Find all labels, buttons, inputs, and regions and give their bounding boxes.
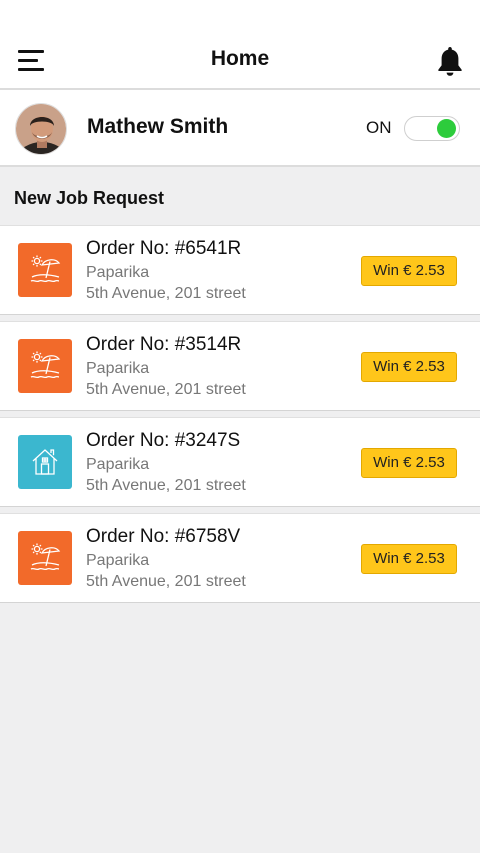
job-address: 5th Avenue, 201 street xyxy=(86,573,246,590)
order-number: Order No: #3514R xyxy=(86,334,242,355)
reward-badge: Win € 2.53 xyxy=(361,256,457,286)
availability-toggle[interactable] xyxy=(404,116,460,141)
order-number: Order No: #6758V xyxy=(86,526,241,547)
job-name: Paparika xyxy=(86,552,150,569)
job-name: Paparika xyxy=(86,360,150,377)
job-card[interactable]: Order No: #3247S Paparika 5th Avenue, 20… xyxy=(0,417,480,507)
order-number: Order No: #6541R xyxy=(86,238,242,259)
avatar[interactable] xyxy=(15,103,67,155)
profile-bar: Mathew Smith ON xyxy=(0,90,480,167)
job-card[interactable]: Order No: #3514R Paparika 5th Avenue, 20… xyxy=(0,321,480,411)
app-header: Home xyxy=(0,0,480,90)
job-card[interactable]: Order No: #6541R Paparika 5th Avenue, 20… xyxy=(0,225,480,315)
job-list: Order No: #6541R Paparika 5th Avenue, 20… xyxy=(0,225,480,609)
bell-icon[interactable] xyxy=(434,44,466,78)
job-address: 5th Avenue, 201 street xyxy=(86,477,246,494)
job-card[interactable]: Order No: #6758V Paparika 5th Avenue, 20… xyxy=(0,513,480,603)
reward-badge: Win € 2.53 xyxy=(361,448,457,478)
job-address: 5th Avenue, 201 street xyxy=(86,285,246,302)
beach-umbrella-icon xyxy=(18,243,72,297)
reward-badge: Win € 2.53 xyxy=(361,544,457,574)
beach-umbrella-icon xyxy=(18,531,72,585)
job-address: 5th Avenue, 201 street xyxy=(86,381,246,398)
order-number: Order No: #3247S xyxy=(86,430,241,451)
section-title: New Job Request xyxy=(14,188,165,208)
page-title: Home xyxy=(210,47,270,70)
reward-badge: Win € 2.53 xyxy=(361,352,457,382)
job-name: Paparika xyxy=(86,264,150,281)
toggle-knob xyxy=(437,119,456,138)
availability-status-label: ON xyxy=(366,118,392,137)
beach-umbrella-icon xyxy=(18,339,72,393)
house-icon xyxy=(18,435,72,489)
user-name: Mathew Smith xyxy=(87,115,229,138)
job-name: Paparika xyxy=(86,456,150,473)
